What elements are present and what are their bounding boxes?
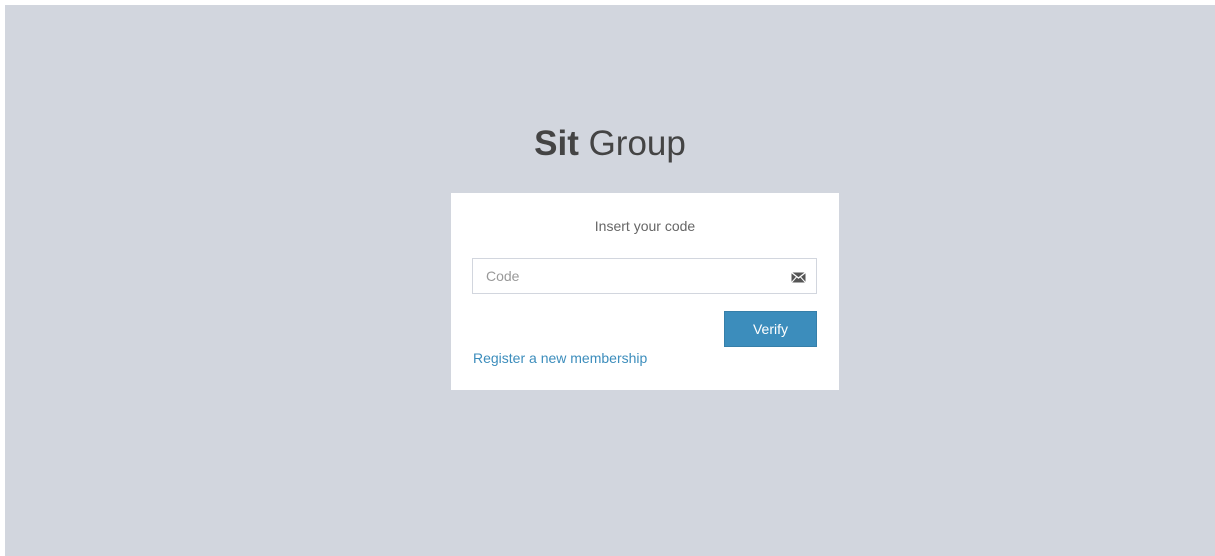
register-membership-link[interactable]: Register a new membership — [473, 350, 647, 366]
verify-button[interactable]: Verify — [724, 311, 817, 347]
login-page: Sit Group Insert your code Verify Regist… — [5, 5, 1215, 556]
login-box: Insert your code Verify Register a new m… — [451, 193, 839, 390]
logo-bold-text: Sit — [534, 124, 579, 163]
code-field — [472, 258, 817, 294]
envelope-icon — [791, 270, 806, 283]
app-logo: Sit Group — [5, 123, 1215, 165]
code-input[interactable] — [473, 259, 816, 293]
login-box-message: Insert your code — [594, 218, 696, 234]
logo-light-text: Group — [578, 124, 686, 163]
